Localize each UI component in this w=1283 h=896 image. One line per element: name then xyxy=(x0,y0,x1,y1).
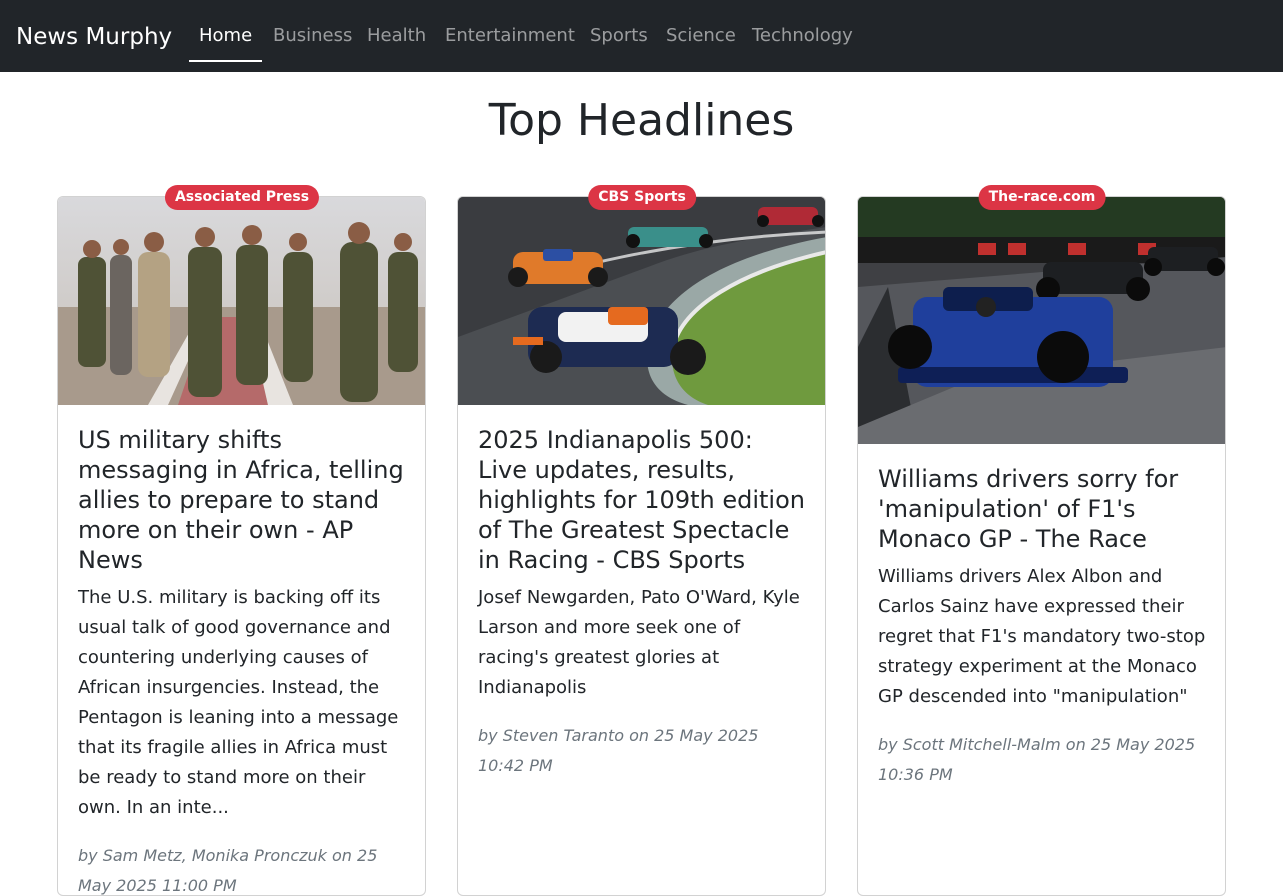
article-description: Josef Newgarden, Pato O'Ward, Kyle Larso… xyxy=(478,587,800,698)
article-title[interactable]: US military shifts messaging in Africa, … xyxy=(78,425,408,575)
source-badge: The-race.com xyxy=(978,185,1106,210)
nav-technology[interactable]: Technology xyxy=(752,22,853,50)
article-byline: by Scott Mitchell-Malm on 25 May 2025 10… xyxy=(878,735,1196,784)
nav-sports[interactable]: Sports xyxy=(590,22,648,50)
article-description: The U.S. military is backing off its usu… xyxy=(78,587,399,818)
article-description: Williams drivers Alex Albon and Carlos S… xyxy=(878,566,1206,707)
card-body: Williams drivers sorry for 'manipulation… xyxy=(878,464,1208,790)
nav-science[interactable]: Science xyxy=(666,22,736,50)
brand-link[interactable]: News Murphy xyxy=(16,20,172,54)
nav-health[interactable]: Health xyxy=(367,22,426,50)
navbar: News Murphy Home Business Health Enterta… xyxy=(0,0,1283,72)
article-image[interactable] xyxy=(458,197,825,405)
nav-entertainment[interactable]: Entertainment xyxy=(445,22,575,50)
nav-home[interactable]: Home xyxy=(199,22,252,50)
article-image[interactable] xyxy=(58,197,425,405)
nav-business[interactable]: Business xyxy=(273,22,352,50)
source-badge: CBS Sports xyxy=(588,185,696,210)
card-body: US military shifts messaging in Africa, … xyxy=(78,425,408,895)
news-card[interactable]: US military shifts messaging in Africa, … xyxy=(57,196,426,896)
source-badge: Associated Press xyxy=(164,185,320,210)
news-card[interactable]: 2025 Indianapolis 500: Live updates, res… xyxy=(457,196,826,896)
article-byline: by Steven Taranto on 25 May 2025 10:42 P… xyxy=(478,726,759,775)
article-image[interactable] xyxy=(858,197,1225,444)
news-card[interactable]: Williams drivers sorry for 'manipulation… xyxy=(857,196,1226,896)
article-byline: by Sam Metz, Monika Pronczuk on 25 May 2… xyxy=(78,846,378,895)
active-nav-indicator xyxy=(189,60,262,62)
article-title[interactable]: 2025 Indianapolis 500: Live updates, res… xyxy=(478,425,808,575)
article-title[interactable]: Williams drivers sorry for 'manipulation… xyxy=(878,464,1208,554)
card-body: 2025 Indianapolis 500: Live updates, res… xyxy=(478,425,808,781)
page-title: Top Headlines xyxy=(488,95,795,146)
